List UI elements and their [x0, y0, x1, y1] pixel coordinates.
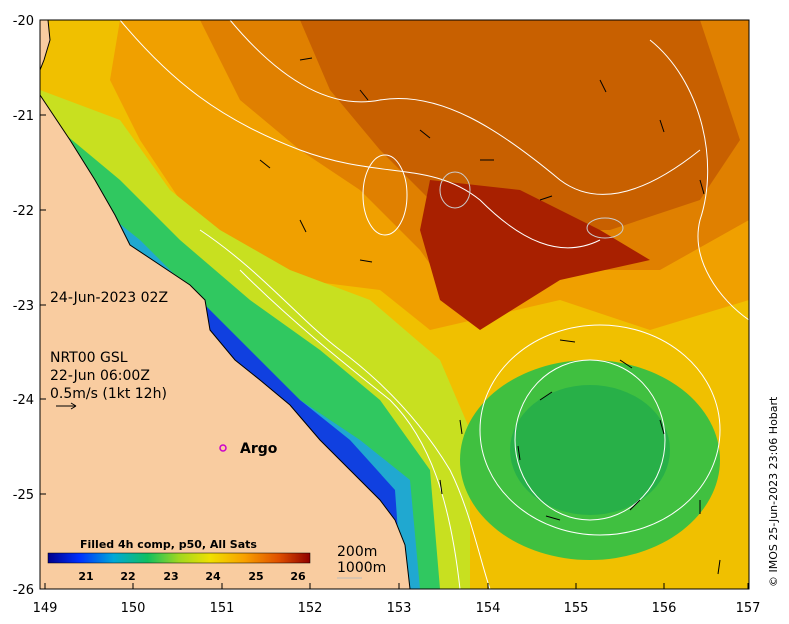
colorbar-tick-label: 22 — [120, 570, 135, 583]
colorbar-tick-label: 24 — [205, 570, 221, 583]
y-tick-label: -23 — [13, 299, 34, 314]
x-tick-label: 154 — [476, 601, 501, 616]
argo-label: Argo — [240, 441, 278, 457]
x-tick-label: 153 — [387, 601, 412, 616]
colorbar-tick-label: 25 — [248, 570, 263, 583]
x-tick-label: 156 — [652, 601, 677, 616]
x-tick-label: 149 — [33, 601, 58, 616]
velocity-scale-label: 0.5m/s (1kt 12h) — [50, 386, 167, 402]
contour-1000-label: 1000m — [337, 560, 386, 576]
y-tick-label: -24 — [13, 393, 34, 408]
x-tick-label: 157 — [736, 601, 761, 616]
y-tick-label: -22 — [13, 204, 34, 219]
contour-200-label: 200m — [337, 544, 377, 560]
x-tick-label: 150 — [121, 601, 146, 616]
y-tick-label: -25 — [13, 488, 34, 503]
x-tick-label: 155 — [564, 601, 589, 616]
y-tick-label: -20 — [13, 14, 34, 29]
x-tick-label: 151 — [210, 601, 235, 616]
colorbar — [47, 552, 311, 564]
credit-text: © IMOS 25-Jun-2023 23:06 Hobart — [767, 396, 780, 587]
timestamp-label: 24-Jun-2023 02Z — [50, 290, 168, 306]
velocity-source-label: NRT00 GSL — [50, 350, 128, 366]
colorbar-tick-label: 23 — [163, 570, 178, 583]
colorbar-tick-label: 21 — [78, 570, 93, 583]
velocity-time-label: 22-Jun 06:00Z — [50, 368, 150, 384]
y-tick-label: -26 — [13, 583, 34, 598]
sst-eddy-core — [510, 385, 670, 515]
colorbar-title: Filled 4h comp, p50, All Sats — [80, 538, 257, 551]
y-tick-label: -21 — [13, 109, 34, 124]
sst-map: 149 150 151 152 153 154 155 156 157 -20 … — [13, 14, 780, 616]
x-tick-label: 152 — [298, 601, 323, 616]
colorbar-tick-label: 26 — [290, 570, 306, 583]
